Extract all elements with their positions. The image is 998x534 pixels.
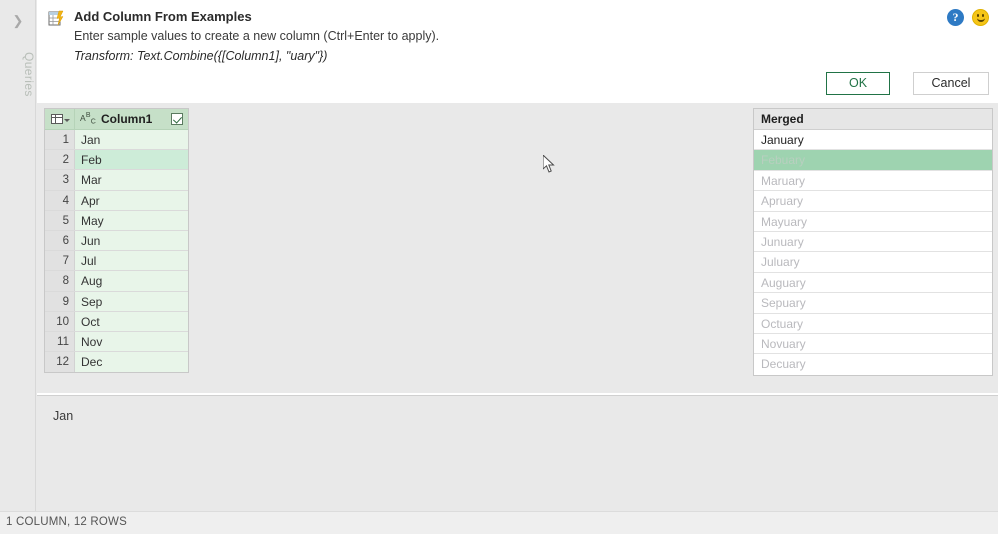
ok-button[interactable]: OK bbox=[826, 72, 890, 95]
source-cell-value[interactable]: Jul bbox=[75, 251, 188, 271]
source-cell-value[interactable]: May bbox=[75, 210, 188, 230]
row-number: 8 bbox=[45, 271, 75, 291]
row-number: 3 bbox=[45, 170, 75, 190]
merged-row[interactable]: January bbox=[754, 130, 992, 151]
dialog-subtitle: Enter sample values to create a new colu… bbox=[74, 29, 440, 43]
help-icon[interactable]: ? bbox=[947, 9, 964, 26]
source-cell-value[interactable]: Dec bbox=[75, 352, 188, 373]
queries-rail: ❯ Queries bbox=[0, 0, 36, 511]
smiley-feedback-icon[interactable] bbox=[972, 9, 989, 26]
header-tools: ? bbox=[947, 9, 989, 26]
source-table-row[interactable]: 8 Aug bbox=[45, 271, 188, 292]
merged-preview-panel: Merged January Febuary Maruary Apruary Mayua… bbox=[753, 108, 993, 376]
column1-checkbox[interactable] bbox=[171, 113, 183, 125]
add-column-from-examples-icon bbox=[48, 10, 64, 26]
merged-row[interactable]: Octuary bbox=[754, 313, 992, 334]
merged-row[interactable]: Junuary bbox=[754, 231, 992, 253]
merged-row[interactable]: Auguary bbox=[754, 272, 992, 294]
grid-area: ABC Column1 1 Jan 2 Feb 3 Mar 4 Apr 5 May 6 Jun 7 Jul… bbox=[37, 103, 998, 393]
row-number: 7 bbox=[45, 251, 75, 271]
row-number: 4 bbox=[45, 190, 75, 210]
source-data-table: ABC Column1 1 Jan 2 Feb 3 Mar 4 Apr 5 May 6 Jun 7 Jul… bbox=[44, 108, 189, 374]
merged-row[interactable]: Sepuary bbox=[754, 293, 992, 314]
row-number: 2 bbox=[45, 150, 75, 170]
preview-value-text: Jan bbox=[53, 409, 74, 423]
source-table-row[interactable]: 2 Feb bbox=[45, 150, 188, 171]
dialog-title: Add Column From Examples bbox=[74, 9, 252, 24]
source-table-row[interactable]: 5 May bbox=[45, 210, 188, 231]
source-table-row[interactable]: 9 Sep bbox=[45, 291, 188, 312]
column1-header-label: Column1 bbox=[101, 112, 153, 126]
source-table-row[interactable]: 10 Oct bbox=[45, 311, 188, 332]
source-table-row[interactable]: 12 Dec bbox=[45, 352, 188, 373]
source-table-row[interactable]: 6 Jun bbox=[45, 230, 188, 252]
source-cell-value[interactable]: Aug bbox=[75, 271, 188, 291]
sample-value-preview-pane[interactable]: Jan bbox=[37, 395, 998, 511]
merged-row[interactable]: Febuary bbox=[754, 150, 992, 171]
merged-row[interactable]: Decuary bbox=[754, 354, 992, 375]
abc-text-type-icon: ABC bbox=[80, 112, 97, 126]
row-number: 6 bbox=[45, 230, 75, 251]
source-table-row[interactable]: 3 Mar bbox=[45, 170, 188, 191]
merged-row[interactable]: Novuary bbox=[754, 333, 992, 355]
merged-column-header[interactable]: Merged bbox=[754, 109, 992, 130]
source-cell-value[interactable]: Jun bbox=[75, 230, 188, 251]
transform-formula: Transform: Text.Combine({[Column1], "uar… bbox=[74, 49, 328, 63]
source-cell-value[interactable]: Sep bbox=[75, 291, 188, 311]
merged-row[interactable]: Mayuary bbox=[754, 211, 992, 232]
row-number: 12 bbox=[45, 352, 75, 373]
source-table-row[interactable]: 7 Jul bbox=[45, 251, 188, 272]
source-cell-value[interactable]: Oct bbox=[75, 311, 188, 331]
source-table-header-row: ABC Column1 bbox=[45, 109, 188, 130]
row-number: 11 bbox=[45, 331, 75, 352]
queries-rail-label[interactable]: Queries bbox=[0, 52, 36, 97]
column1-header-cell[interactable]: ABC Column1 bbox=[75, 109, 188, 129]
expand-queries-chevron-icon[interactable]: ❯ bbox=[0, 14, 36, 27]
source-cell-value[interactable]: Jan bbox=[75, 130, 188, 150]
cancel-button[interactable]: Cancel bbox=[913, 72, 989, 95]
merged-row[interactable]: Juluary bbox=[754, 252, 992, 273]
row-number: 5 bbox=[45, 210, 75, 230]
merged-row[interactable]: Apruary bbox=[754, 191, 992, 212]
status-bar: 1 COLUMN, 12 ROWS bbox=[0, 511, 998, 534]
source-table-row[interactable]: 11 Nov bbox=[45, 331, 188, 353]
row-number: 9 bbox=[45, 291, 75, 311]
status-bar-text: 1 COLUMN, 12 ROWS bbox=[6, 516, 127, 528]
source-table-row[interactable]: 1 Jan bbox=[45, 130, 188, 151]
source-table-row[interactable]: 4 Apr bbox=[45, 190, 188, 211]
source-cell-value[interactable]: Apr bbox=[75, 190, 188, 210]
select-all-grid-icon[interactable] bbox=[45, 109, 75, 129]
source-cell-value[interactable]: Feb bbox=[75, 150, 188, 170]
source-cell-value[interactable]: Nov bbox=[75, 331, 188, 352]
row-number: 10 bbox=[45, 311, 75, 331]
merged-row[interactable]: Maruary bbox=[754, 170, 992, 192]
dialog-header: Add Column From Examples Enter sample va… bbox=[37, 0, 998, 103]
row-number: 1 bbox=[45, 130, 75, 150]
source-cell-value[interactable]: Mar bbox=[75, 170, 188, 190]
add-column-from-examples-dialog: ❯ Queries Add Column From Examples Enter… bbox=[0, 0, 998, 534]
